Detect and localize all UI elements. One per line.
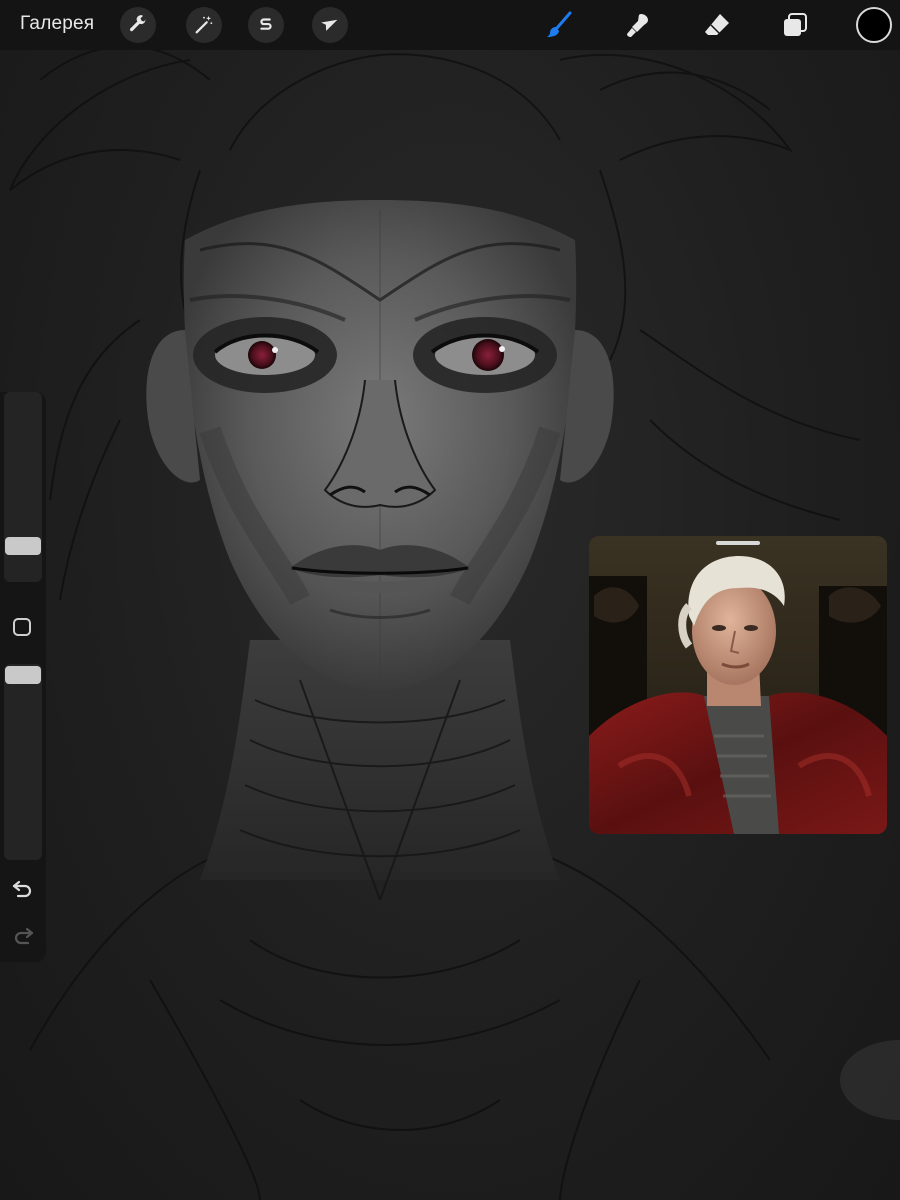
torso-sketch bbox=[29, 849, 771, 1200]
selection-s-icon bbox=[260, 18, 272, 30]
layers-button[interactable] bbox=[776, 6, 814, 44]
arrow-cursor-icon bbox=[321, 19, 338, 31]
opacity-slider[interactable] bbox=[4, 664, 42, 860]
brush-size-thumb[interactable] bbox=[5, 536, 41, 555]
eraser-tool-button[interactable] bbox=[698, 6, 736, 44]
undo-icon[interactable] bbox=[11, 877, 35, 901]
smudge-tool-button[interactable] bbox=[619, 6, 657, 44]
transform-button[interactable] bbox=[312, 7, 348, 43]
reference-window[interactable] bbox=[589, 536, 887, 834]
left-sidebar bbox=[0, 392, 46, 962]
modify-square-icon[interactable] bbox=[13, 618, 31, 636]
redo-icon[interactable] bbox=[11, 924, 35, 948]
brush-icon bbox=[547, 11, 572, 37]
adjustments-button[interactable] bbox=[186, 7, 222, 43]
brush-tool-button[interactable] bbox=[540, 6, 578, 44]
smudge-icon bbox=[627, 14, 648, 37]
wrench-icon bbox=[129, 15, 147, 32]
color-picker-button[interactable] bbox=[856, 7, 892, 43]
eraser-icon bbox=[705, 14, 729, 35]
gallery-button[interactable]: Галерея bbox=[20, 13, 94, 35]
layers-icon bbox=[784, 13, 807, 36]
procreate-screen: Галерея bbox=[0, 0, 900, 1200]
selection-button[interactable] bbox=[248, 7, 284, 43]
reference-drag-handle[interactable] bbox=[716, 541, 760, 545]
magic-wand-icon bbox=[195, 15, 213, 34]
top-toolbar: Галерея bbox=[0, 0, 900, 50]
reference-photo-icon bbox=[589, 536, 887, 834]
brush-size-slider[interactable] bbox=[4, 392, 42, 582]
opacity-thumb[interactable] bbox=[5, 666, 41, 684]
actions-button[interactable] bbox=[120, 7, 156, 43]
